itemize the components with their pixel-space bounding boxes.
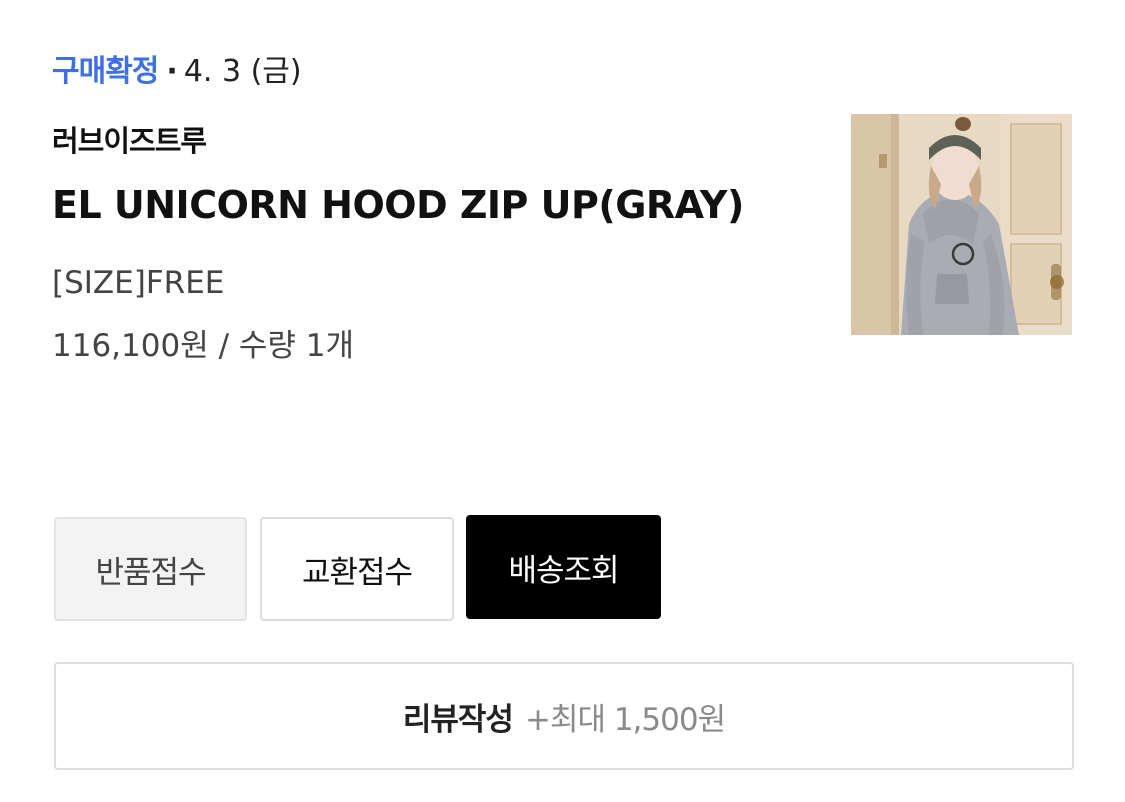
product-price-quantity: 116,100원 / 수량 1개 [52,328,355,364]
order-date: 4. 3 (금) [183,54,302,89]
product-photo-icon [851,114,1072,335]
exchange-request-button[interactable]: 교환접수 [260,517,454,621]
brand-name[interactable]: 러브이즈트루 [52,122,207,160]
delivery-tracking-button[interactable]: 배송조회 [466,515,661,619]
return-request-button[interactable]: 반품접수 [54,517,247,621]
write-review-label: 리뷰작성 [402,701,514,738]
product-option: [SIZE]FREE [52,265,225,301]
review-reward-text: +최대 1,500원 [524,701,726,738]
status-separator: · [166,54,178,89]
order-status-line: 구매확정 · 4. 3 (금) [52,52,302,92]
product-name[interactable]: EL UNICORN HOOD ZIP UP(GRAY) [52,180,744,230]
write-review-button[interactable]: 리뷰작성 +최대 1,500원 [54,662,1074,770]
product-thumbnail[interactable] [851,114,1072,335]
order-status-label: 구매확정 [52,54,159,89]
